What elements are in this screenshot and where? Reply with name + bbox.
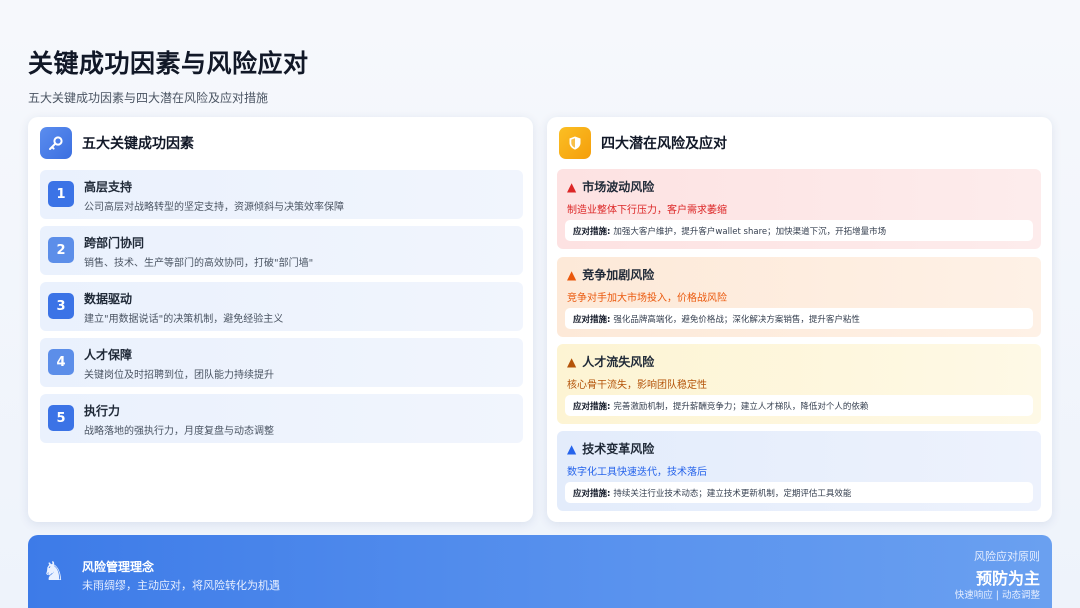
factor-number: 2 <box>48 237 74 263</box>
measure-text: 持续关注行业技术动态；建立技术更新机制，定期评估工具效能 <box>613 488 852 499</box>
risks-panel: 四大潜在风险及应对 ▲ 市场波动风险 制造业整体下行压力，客户需求萎缩 应对措施… <box>547 117 1052 522</box>
risk-card: ▲ 竞争加剧风险 竞争对手加大市场投入，价格战风险 应对措施: 强化品牌高端化，… <box>557 257 1041 337</box>
factor-description: 战略落地的强执行力，月度复盘与动态调整 <box>84 426 274 437</box>
factor-item: 4 人才保障 关键岗位及时招聘到位，团队能力持续提升 <box>40 338 523 387</box>
risk-name: 竞争加剧风险 <box>582 268 655 282</box>
shield-icon <box>559 127 591 159</box>
page-subtitle: 五大关键成功因素与四大潜在风险及应对措施 <box>28 91 269 105</box>
risk-description: 核心骨干流失，影响团队稳定性 <box>567 380 707 391</box>
factor-description: 建立"用数据说话"的决策机制，避免经验主义 <box>84 314 284 325</box>
factor-item: 5 执行力 战略落地的强执行力，月度复盘与动态调整 <box>40 394 523 443</box>
factor-number: 4 <box>48 349 74 375</box>
factor-description: 关键岗位及时招聘到位，团队能力持续提升 <box>84 370 274 381</box>
risk-card: ▲ 人才流失风险 核心骨干流失，影响团队稳定性 应对措施: 完善激励机制，提升薪… <box>557 344 1041 424</box>
measure-label: 应对措施: <box>573 314 611 325</box>
risk-description: 数字化工具快速迭代，技术落后 <box>567 467 707 478</box>
risk-measure: 应对措施: 强化品牌高端化，避免价格战；深化解决方案销售，提升客户粘性 <box>565 308 1033 329</box>
factor-description: 销售、技术、生产等部门的高效协同，打破"部门墙" <box>84 258 314 269</box>
risk-card: ▲ 市场波动风险 制造业整体下行压力，客户需求萎缩 应对措施: 加强大客户维护，… <box>557 169 1041 249</box>
measure-label: 应对措施: <box>573 488 611 499</box>
factor-description: 公司高层对战略转型的坚定支持，资源倾斜与决策效率保障 <box>84 202 344 213</box>
warning-icon: ▲ <box>567 267 577 282</box>
warning-icon: ▲ <box>567 179 577 194</box>
success-factors-panel: 五大关键成功因素 1 高层支持 公司高层对战略转型的坚定支持，资源倾斜与决策效率… <box>28 117 533 522</box>
factor-name: 执行力 <box>84 404 121 418</box>
banner-subtitle: 未雨绸缪，主动应对，将风险转化为机遇 <box>82 579 280 592</box>
key-icon <box>40 127 72 159</box>
principle-details: 快速响应 | 动态调整 <box>954 590 1040 601</box>
factor-number: 5 <box>48 405 74 431</box>
warning-icon: ▲ <box>567 441 577 456</box>
risk-name: 技术变革风险 <box>582 442 655 456</box>
factor-name: 跨部门协同 <box>84 236 145 250</box>
risks-title: 四大潜在风险及应对 <box>601 136 727 152</box>
risk-name: 市场波动风险 <box>582 180 655 194</box>
risk-description: 制造业整体下行压力，客户需求萎缩 <box>567 205 727 216</box>
factor-name: 数据驱动 <box>84 292 133 306</box>
factor-number: 1 <box>48 181 74 207</box>
measure-label: 应对措施: <box>573 226 611 237</box>
success-factors-header: 五大关键成功因素 <box>40 127 194 159</box>
risk-description: 竞争对手加大市场投入，价格战风险 <box>567 293 727 304</box>
factor-item: 2 跨部门协同 销售、技术、生产等部门的高效协同，打破"部门墙" <box>40 226 523 275</box>
risk-measure: 应对措施: 持续关注行业技术动态；建立技术更新机制，定期评估工具效能 <box>565 482 1033 503</box>
factor-name: 高层支持 <box>84 180 133 194</box>
risks-header: 四大潜在风险及应对 <box>559 127 727 159</box>
factor-name: 人才保障 <box>84 348 133 362</box>
risk-name: 人才流失风险 <box>582 355 655 369</box>
risk-card: ▲ 技术变革风险 数字化工具快速迭代，技术落后 应对措施: 持续关注行业技术动态… <box>557 431 1041 511</box>
success-factors-title: 五大关键成功因素 <box>82 136 194 152</box>
measure-text: 强化品牌高端化，避免价格战；深化解决方案销售，提升客户粘性 <box>613 314 860 325</box>
measure-label: 应对措施: <box>573 401 611 412</box>
warning-icon: ▲ <box>567 354 577 369</box>
factor-item: 1 高层支持 公司高层对战略转型的坚定支持，资源倾斜与决策效率保障 <box>40 170 523 219</box>
risk-measure: 应对措施: 完善激励机制，提升薪酬竞争力；建立人才梯队，降低对个人的依赖 <box>565 395 1033 416</box>
page-title: 关键成功因素与风险应对 <box>28 49 309 78</box>
principle-label: 风险应对原则 <box>974 550 1040 563</box>
factor-item: 3 数据驱动 建立"用数据说话"的决策机制，避免经验主义 <box>40 282 523 331</box>
principle-value: 预防为主 <box>975 569 1040 588</box>
chess-knight-icon: ♞ <box>42 557 66 587</box>
measure-text: 完善激励机制，提升薪酬竞争力；建立人才梯队，降低对个人的依赖 <box>613 401 869 412</box>
factor-number: 3 <box>48 293 74 319</box>
risk-philosophy-banner: ♞ 风险管理理念 未雨绸缪，主动应对，将风险转化为机遇 风险应对原则 预防为主 … <box>28 535 1052 608</box>
banner-title: 风险管理理念 <box>82 560 155 574</box>
risk-measure: 应对措施: 加强大客户维护，提升客户wallet share；加快渠道下沉，开拓… <box>565 220 1033 241</box>
measure-text: 加强大客户维护，提升客户wallet share；加快渠道下沉，开拓增量市场 <box>613 226 887 237</box>
